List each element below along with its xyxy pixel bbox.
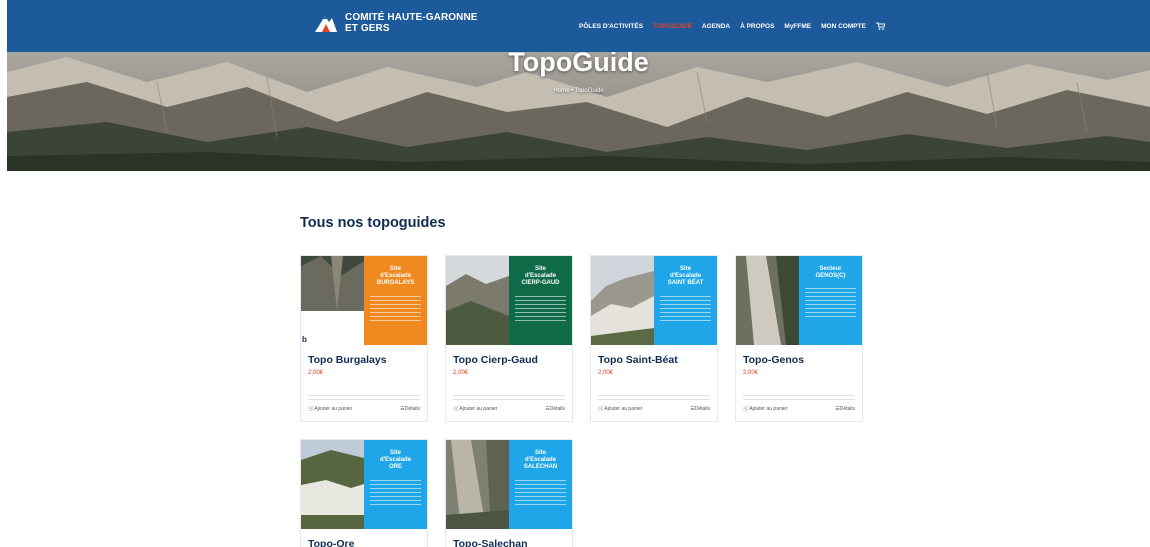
product-name[interactable]: Topo-Genos: [743, 354, 804, 366]
product-card[interactable]: Secteur GENOS(C) Topo-Genos 2,00€ 🛒Ajout…: [735, 255, 863, 422]
product-name[interactable]: Topo Saint-Béat: [598, 354, 678, 366]
product-price: 2,00€: [743, 370, 759, 376]
product-photo: b: [301, 256, 364, 345]
mountain-logo-icon: [315, 16, 337, 32]
product-cover-panel: Site d'Escalade ORE: [364, 440, 427, 529]
add-to-cart-button[interactable]: 🛒Ajouter au panier: [598, 406, 642, 412]
details-button[interactable]: ☰Détails: [835, 406, 855, 412]
logo-text: COMITÉ HAUTE-GARONNE ET GERS: [345, 12, 478, 34]
cover-title: Site d'Escalade BURGALAYS: [376, 266, 415, 286]
logo-line-2: ET GERS: [345, 23, 390, 34]
product-cover-panel: Secteur GENOS(C): [799, 256, 862, 345]
cover-title: Site d'Escalade ORE: [379, 450, 412, 470]
nav-agenda[interactable]: AGENDA: [702, 23, 730, 30]
section-title: Tous nos topoguides: [300, 215, 446, 231]
logo-line-1: COMITÉ HAUTE-GARONNE: [345, 12, 478, 23]
add-to-cart-button[interactable]: 🛒Ajouter au panier: [453, 406, 497, 412]
page-title: TopoGuide: [508, 52, 649, 77]
product-thumbnail[interactable]: Site d'Escalade CIERP-GAUD: [446, 256, 572, 345]
cover-title: Site d'Escalade CIERP-GAUD: [521, 266, 560, 286]
product-card[interactable]: b Site d'Escalade BURGALAYS Topo Burgala…: [300, 255, 428, 422]
product-photo: [446, 256, 509, 345]
site-header: COMITÉ HAUTE-GARONNE ET GERS PÔLES D'ACT…: [7, 0, 1150, 52]
product-name[interactable]: Topo-Ore: [308, 538, 354, 547]
cover-title: Site d'Escalade SALECHAN: [523, 450, 558, 470]
product-card[interactable]: Site d'Escalade ORE Topo-Ore: [300, 439, 428, 547]
product-thumbnail[interactable]: Site d'Escalade SAINT BÉAT: [591, 256, 717, 345]
product-thumbnail[interactable]: Site d'Escalade ORE: [301, 440, 427, 529]
nav-myffme[interactable]: MyFFME: [784, 23, 811, 30]
svg-text:b: b: [302, 335, 307, 344]
nav-mon-compte[interactable]: MON COMPTE: [821, 23, 866, 30]
details-button[interactable]: ☰Détails: [690, 406, 710, 412]
nav-a-propos[interactable]: À PROPOS: [740, 23, 774, 30]
page: COMITÉ HAUTE-GARONNE ET GERS PÔLES D'ACT…: [0, 0, 1150, 547]
product-name[interactable]: Topo Cierp-Gaud: [453, 354, 538, 366]
product-thumbnail[interactable]: Site d'Escalade SALECHAN: [446, 440, 572, 529]
add-to-cart-button[interactable]: 🛒Ajouter au panier: [308, 406, 352, 412]
product-cover-panel: Site d'Escalade CIERP-GAUD: [509, 256, 572, 345]
product-price: 2,00€: [308, 370, 324, 376]
add-to-cart-button[interactable]: 🛒Ajouter au panier: [743, 406, 787, 412]
product-cover-panel: Site d'Escalade SALECHAN: [509, 440, 572, 529]
product-thumbnail[interactable]: Secteur GENOS(C): [736, 256, 862, 345]
product-card[interactable]: Site d'Escalade CIERP-GAUD Topo Cierp-Ga…: [445, 255, 573, 422]
product-photo: [591, 256, 654, 345]
product-cover-panel: Site d'Escalade BURGALAYS: [364, 256, 427, 345]
product-photo: [301, 440, 364, 529]
nav-poles[interactable]: PÔLES D'ACTIVITÉS: [579, 23, 643, 30]
product-name[interactable]: Topo Burgalays: [308, 354, 387, 366]
cover-title: Site d'Escalade SAINT BÉAT: [667, 266, 704, 286]
hero-banner: TopoGuide Home • TopoGuide: [7, 52, 1150, 171]
cover-title: Secteur GENOS(C): [815, 266, 846, 279]
product-thumbnail[interactable]: b Site d'Escalade BURGALAYS: [301, 256, 427, 345]
product-card[interactable]: Site d'Escalade SALECHAN Topo-Salechan: [445, 439, 573, 547]
product-photo: [736, 256, 799, 345]
details-button[interactable]: ☰Détails: [545, 406, 565, 412]
product-card[interactable]: Site d'Escalade SAINT BÉAT Topo Saint-Bé…: [590, 255, 718, 422]
product-price: 2,00€: [598, 370, 614, 376]
main-nav: PÔLES D'ACTIVITÉS TOPOGUIDE AGENDA À PRO…: [579, 22, 885, 30]
nav-topoguide[interactable]: TOPOGUIDE: [653, 23, 692, 30]
product-photo: [446, 440, 509, 529]
breadcrumb[interactable]: Home • TopoGuide: [7, 88, 1150, 94]
details-button[interactable]: ☰Détails: [400, 406, 420, 412]
product-cover-panel: Site d'Escalade SAINT BÉAT: [654, 256, 717, 345]
cart-icon[interactable]: [875, 22, 885, 30]
product-price: 2,00€: [453, 370, 469, 376]
product-name[interactable]: Topo-Salechan: [453, 538, 527, 547]
site-logo[interactable]: COMITÉ HAUTE-GARONNE ET GERS: [313, 10, 478, 36]
